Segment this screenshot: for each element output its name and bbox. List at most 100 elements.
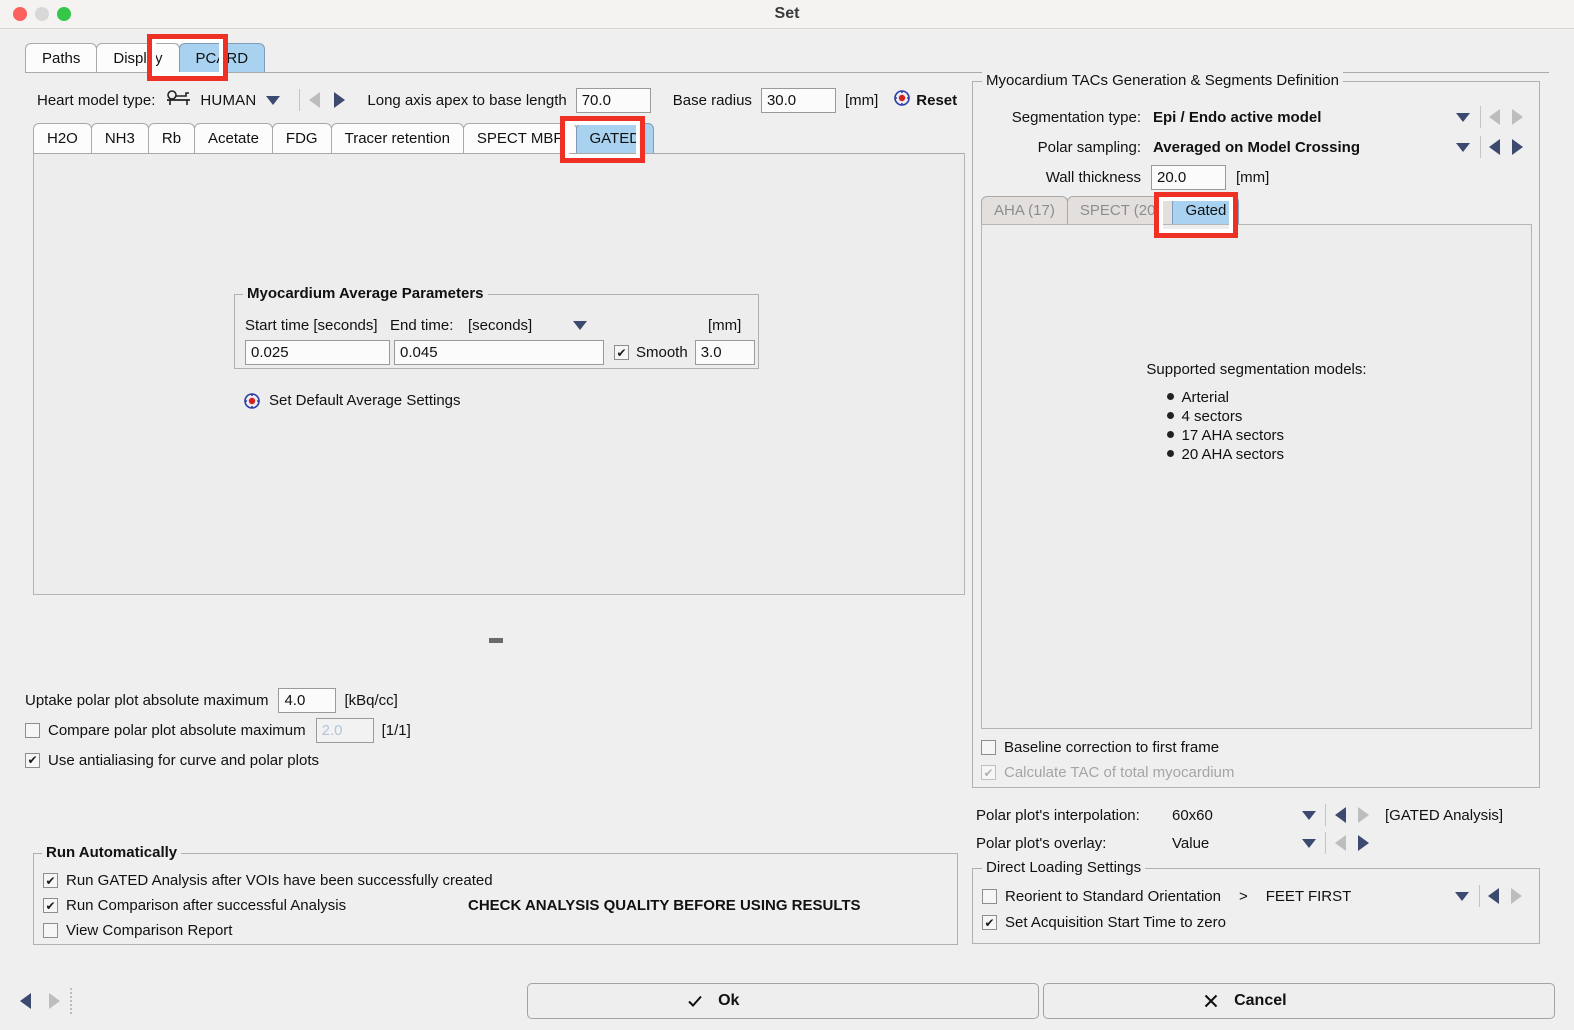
tab-display-label: Display xyxy=(113,49,163,67)
tracer-tab-spect-mbf-label: SPECT MBF xyxy=(476,130,563,147)
gated-panel: Myocardium Average Parameters Start time… xyxy=(33,153,965,595)
analysis-quality-warning: CHECK ANALYSIS QUALITY BEFORE USING RESU… xyxy=(468,897,861,914)
polar-sampling-dropdown-icon[interactable] xyxy=(1456,142,1470,152)
reorient-row: Reorient to Standard Orientation > FEET … xyxy=(982,883,1530,909)
tracer-tab-rb-label: Rb xyxy=(161,130,182,147)
view-comparison-report-label: View Comparison Report xyxy=(66,922,233,939)
heart-model-next-arrow[interactable] xyxy=(334,92,346,108)
tracer-tab-h2o-label: H2O xyxy=(47,130,78,147)
segmentation-type-value: Epi / Endo active model xyxy=(1153,108,1322,126)
tracer-tab-fdg-label: FDG xyxy=(285,130,318,147)
base-radius-input[interactable] xyxy=(760,87,836,113)
tracer-tab-acetate[interactable]: Acetate xyxy=(194,123,273,153)
polar-interpolation-row: Polar plot's interpolation: 60x60 [GATED… xyxy=(976,801,1536,829)
reorient-label: Reorient to Standard Orientation xyxy=(1005,887,1221,905)
window-title: Set xyxy=(774,5,800,22)
tracer-tab-rb[interactable]: Rb xyxy=(147,123,196,153)
polar-interpolation-prev-arrow[interactable] xyxy=(1335,807,1346,823)
tracer-tab-nh3[interactable]: NH3 xyxy=(90,123,149,153)
end-time-input[interactable] xyxy=(394,340,604,365)
segment-tab-bar: AHA (17) SPECT (20) Gated xyxy=(973,196,1240,224)
segmentation-type-prev-arrow[interactable] xyxy=(1489,109,1500,125)
reorient-prev-arrow[interactable] xyxy=(1488,888,1499,904)
panel-collapse-handle[interactable] xyxy=(489,638,503,643)
list-item: Arterial xyxy=(982,389,1531,406)
reorient-next-arrow[interactable] xyxy=(1511,888,1522,904)
compare-max-input[interactable] xyxy=(315,717,374,743)
segmentation-type-dropdown-icon[interactable] xyxy=(1456,112,1470,122)
compare-max-checkbox[interactable] xyxy=(25,722,40,738)
tracer-tab-fdg[interactable]: FDG xyxy=(271,123,332,153)
reorient-checkbox[interactable] xyxy=(982,888,997,904)
tab-pcard-label: PCARD xyxy=(195,49,249,67)
footer-next-arrow[interactable] xyxy=(49,993,60,1009)
polar-overlay-dropdown-icon[interactable] xyxy=(1302,838,1316,848)
polar-overlay-prev-arrow[interactable] xyxy=(1335,835,1346,851)
polar-interpolation-next-arrow[interactable] xyxy=(1358,807,1369,823)
antialias-checkbox[interactable] xyxy=(25,752,40,768)
long-axis-input[interactable] xyxy=(575,87,651,113)
tab-display[interactable]: Display xyxy=(96,43,180,72)
model-label: 20 AHA sectors xyxy=(1181,446,1285,463)
smooth-checkbox[interactable] xyxy=(614,345,629,360)
smooth-value-input[interactable] xyxy=(694,340,755,365)
polar-plot-options: Uptake polar plot absolute maximum [kBq/… xyxy=(25,686,417,774)
reset-button-label[interactable]: Reset xyxy=(916,92,957,109)
polar-sampling-next-arrow[interactable] xyxy=(1512,139,1523,155)
wall-thickness-input[interactable] xyxy=(1151,164,1226,190)
reorient-dropdown-icon[interactable] xyxy=(1455,891,1469,901)
model-label: 17 AHA sectors xyxy=(1181,427,1285,444)
tab-pcard[interactable]: PCARD xyxy=(178,43,266,72)
tracer-tab-nh3-label: NH3 xyxy=(104,130,135,147)
tab-paths[interactable]: Paths xyxy=(25,43,98,72)
run-gated-analysis-label: Run GATED Analysis after VOIs have been … xyxy=(66,872,493,889)
bullet-icon xyxy=(1166,393,1174,400)
direct-loading-group: Direct Loading Settings Reorient to Stan… xyxy=(972,859,1540,944)
base-radius-label: Base radius xyxy=(672,91,752,109)
segmentation-type-next-arrow[interactable] xyxy=(1512,109,1523,125)
uptake-max-input[interactable] xyxy=(278,687,337,713)
avg-params-header-row: Start time [seconds] End time: [seconds]… xyxy=(245,317,750,334)
seg-tab-aha-17[interactable]: AHA (17) xyxy=(981,196,1068,224)
run-gated-analysis-checkbox[interactable] xyxy=(43,873,58,888)
run-comparison-checkbox[interactable] xyxy=(43,898,58,913)
baseline-correction-checkbox[interactable] xyxy=(981,740,996,755)
tracer-tab-tracer-retention[interactable]: Tracer retention xyxy=(330,123,464,153)
wall-thickness-row: Wall thickness [mm] xyxy=(981,164,1531,190)
reset-target-icon[interactable] xyxy=(894,90,911,110)
run-automatically-legend: Run Automatically xyxy=(42,844,182,861)
check-icon xyxy=(686,992,704,1010)
seg-tab-gated[interactable]: Gated xyxy=(1172,196,1240,224)
cancel-button[interactable]: Cancel xyxy=(1043,983,1555,1019)
set-default-average-settings-row[interactable]: Set Default Average Settings xyxy=(244,392,461,409)
tracer-tab-h2o[interactable]: H2O xyxy=(33,123,92,153)
reorient-value: FEET FIRST xyxy=(1265,887,1352,905)
smooth-unit-label: [mm] xyxy=(708,317,742,334)
wall-thickness-unit: [mm] xyxy=(1236,168,1270,186)
footer-prev-arrow[interactable] xyxy=(20,993,31,1009)
run-automatically-group: Run Automatically Run GATED Analysis aft… xyxy=(33,844,958,945)
compare-max-unit: [1/1] xyxy=(381,721,411,739)
polar-overlay-next-arrow[interactable] xyxy=(1358,835,1369,851)
polar-interpolation-dropdown-icon[interactable] xyxy=(1302,810,1316,820)
view-comparison-report-checkbox[interactable] xyxy=(43,923,58,938)
seg-tab-spect-20[interactable]: SPECT (20) xyxy=(1066,196,1174,224)
bullet-icon xyxy=(1166,431,1174,438)
tracer-tab-gated[interactable]: GATED xyxy=(575,123,655,153)
tracer-tab-spect-mbf[interactable]: SPECT MBF xyxy=(462,123,577,153)
uptake-max-label: Uptake polar plot absolute maximum xyxy=(25,691,269,709)
heart-model-row: Heart model type: HUMAN Long axis apex t… xyxy=(25,83,965,117)
heart-model-prev-arrow[interactable] xyxy=(309,92,321,108)
end-time-dropdown-icon[interactable] xyxy=(573,321,587,330)
polar-overlay-row: Polar plot's overlay: Value xyxy=(976,829,1536,857)
heart-model-dropdown-icon[interactable] xyxy=(266,95,281,105)
polar-sampling-prev-arrow[interactable] xyxy=(1489,139,1500,155)
start-time-input[interactable] xyxy=(245,340,390,365)
x-icon xyxy=(1202,992,1220,1010)
myocardium-average-parameters-group: Myocardium Average Parameters Start time… xyxy=(234,285,759,369)
uptake-max-unit: [kBq/cc] xyxy=(344,691,398,709)
seg-tab-spect-20-label: SPECT (20) xyxy=(1079,202,1161,219)
patient-table-icon xyxy=(165,89,193,111)
ok-button[interactable]: Ok xyxy=(527,983,1039,1019)
acq-start-time-checkbox[interactable] xyxy=(982,915,997,930)
